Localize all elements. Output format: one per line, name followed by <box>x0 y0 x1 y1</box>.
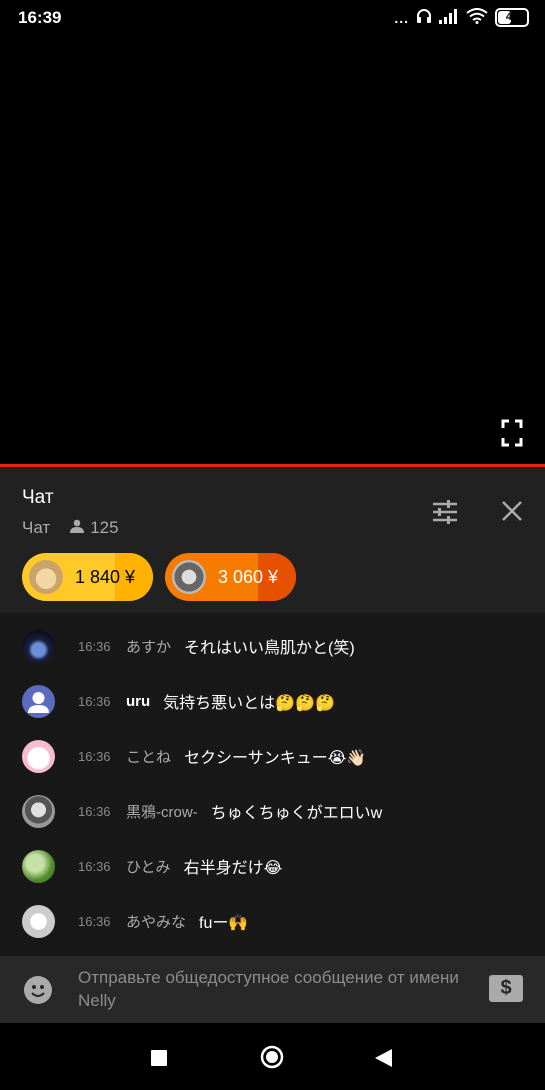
superchat-amount: 3 060 ¥ <box>218 566 279 587</box>
message-author: 黒鴉-crow- <box>126 803 198 821</box>
message-text: fuー🙌 <box>199 915 249 932</box>
superchat-amount: 1 840 ¥ <box>75 566 136 587</box>
viewer-count: 125 <box>70 518 119 538</box>
message-text: ちゅくちゅくがエロいw <box>210 805 383 822</box>
superchat-ticker: 1 840 ¥ 3 060 ¥ <box>22 553 296 601</box>
avatar <box>29 560 63 594</box>
home-circle-icon[interactable] <box>260 1045 284 1074</box>
video-player[interactable] <box>0 36 545 465</box>
wifi-icon <box>466 8 488 27</box>
headphones-icon <box>416 8 432 27</box>
message-text: セクシーサンキュー😭👋🏻 <box>184 750 367 767</box>
message-time: 16:36 <box>78 858 111 874</box>
chat-message-input[interactable]: Отправьте общедоступное сообщение от име… <box>78 966 468 1012</box>
back-triangle-icon[interactable] <box>375 1049 392 1072</box>
avatar <box>172 560 206 594</box>
superchat-chip[interactable]: 1 840 ¥ <box>22 553 153 601</box>
chat-title: Чат <box>22 487 54 508</box>
superchat-chip[interactable]: 3 060 ¥ <box>165 553 296 601</box>
close-icon[interactable] <box>498 497 528 527</box>
message-time: 16:36 <box>78 638 111 654</box>
message-time: 16:36 <box>78 693 111 709</box>
chat-message-list[interactable]: 16:36 あすか それはいい鳥肌かと(笑) 16:36 uru 気持ち悪いとは… <box>0 613 545 956</box>
viewer-count-value: 125 <box>90 518 119 537</box>
message-time: 16:36 <box>78 748 111 764</box>
battery-level: 42 <box>505 11 519 23</box>
chat-header: Чат Чат 125 1 840 ¥ 3 060 ¥ <box>0 467 545 613</box>
message-author: ひとみ <box>126 858 171 876</box>
android-nav-bar <box>0 1023 545 1090</box>
more-dots-icon: ... <box>394 9 409 26</box>
message-author: あやみな <box>126 913 187 931</box>
status-bar: 16:39 ... 42 <box>0 0 545 36</box>
list-item[interactable]: 16:36 あすか それはいい鳥肌かと(笑) <box>0 626 545 666</box>
message-author: ことね <box>126 748 172 766</box>
message-text: 右半身だけ😂 <box>183 860 283 877</box>
message-text: 気持ち悪いとは🤔🤔🤔 <box>163 695 335 712</box>
avatar <box>22 849 55 883</box>
message-author: uru <box>126 692 151 710</box>
superchat-dollar-icon[interactable]: $ <box>489 975 523 1002</box>
message-time: 16:36 <box>78 913 111 929</box>
recents-square-icon[interactable] <box>151 1050 167 1071</box>
chat-input-bar: Отправьте общедоступное сообщение от име… <box>0 956 545 1023</box>
battery-icon: 42 <box>495 8 529 27</box>
list-item[interactable]: 16:36 uru 気持ち悪いとは🤔🤔🤔 <box>0 681 545 721</box>
chat-mode-selector[interactable]: Чат 125 <box>22 518 119 538</box>
avatar <box>22 684 55 718</box>
avatar <box>22 794 55 828</box>
message-time: 16:36 <box>78 803 111 819</box>
fullscreen-icon[interactable] <box>501 419 523 447</box>
list-item[interactable]: 16:36 ひとみ 右半身だけ😂 <box>0 846 545 886</box>
message-text: それはいい鳥肌かと(笑) <box>184 640 355 657</box>
person-icon <box>70 518 85 538</box>
message-author: あすか <box>126 638 172 656</box>
avatar <box>22 904 55 938</box>
sliders-icon[interactable] <box>430 497 460 527</box>
avatar <box>22 629 55 663</box>
list-item[interactable]: 16:36 黒鴉-crow- ちゅくちゅくがエロいw <box>0 791 545 831</box>
avatar <box>22 739 55 773</box>
status-time: 16:39 <box>18 8 62 27</box>
emoji-icon[interactable] <box>24 976 52 1004</box>
list-item[interactable]: 16:36 ことね セクシーサンキュー😭👋🏻 <box>0 736 545 776</box>
signal-icon <box>439 8 459 27</box>
chat-mode-label: Чат <box>22 518 51 537</box>
list-item[interactable]: 16:36 あやみな fuー🙌 <box>0 901 545 941</box>
status-icons: ... 42 <box>394 8 529 27</box>
